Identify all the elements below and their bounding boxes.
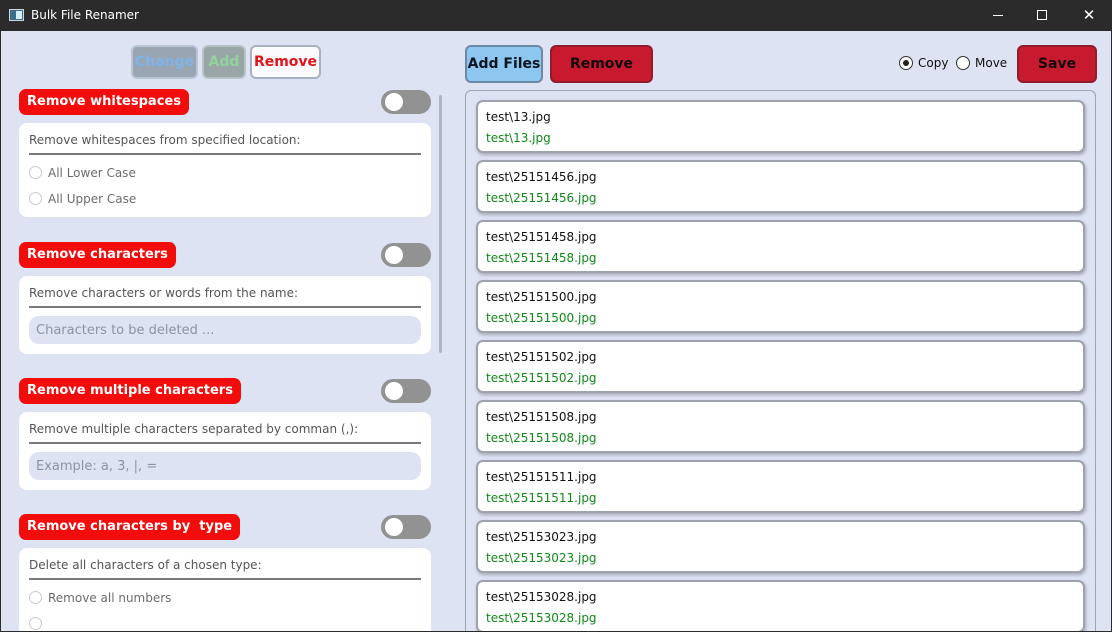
section-description: Remove characters or words from the name… bbox=[29, 286, 421, 308]
renamed-name: test\25151508.jpg bbox=[486, 431, 597, 445]
rules-scrollbar[interactable] bbox=[439, 95, 442, 353]
renamed-name: test\25153028.jpg bbox=[486, 611, 597, 625]
radio-circle[interactable] bbox=[956, 56, 970, 70]
original-name: test\25151502.jpg bbox=[486, 350, 597, 364]
original-name: test\25151508.jpg bbox=[486, 410, 597, 424]
enable-toggle[interactable] bbox=[381, 379, 431, 403]
file-item[interactable]: test\25151508.jpg test\25151508.jpg bbox=[476, 400, 1085, 453]
option-all-upper-case[interactable]: All Upper Case bbox=[29, 192, 136, 206]
renamed-name: test\25151502.jpg bbox=[486, 371, 597, 385]
option-label: Remove all numbers bbox=[48, 591, 172, 605]
section-remove-characters: Remove characters Remove characters or w… bbox=[19, 242, 431, 354]
section-title: Remove whitespaces bbox=[19, 89, 189, 115]
minimize-icon bbox=[993, 15, 1003, 16]
original-name: test\25151500.jpg bbox=[486, 290, 597, 304]
move-label: Move bbox=[975, 56, 1008, 70]
original-name: test\25153023.jpg bbox=[486, 530, 597, 544]
section-body: Remove characters or words from the name… bbox=[19, 276, 431, 354]
file-item[interactable]: test\25151511.jpg test\25151511.jpg bbox=[476, 460, 1085, 513]
file-item[interactable]: test\25153023.jpg test\25153023.jpg bbox=[476, 520, 1085, 573]
enable-toggle[interactable] bbox=[381, 243, 431, 267]
renamed-name: test\13.jpg bbox=[486, 131, 551, 145]
section-title: Remove characters by type bbox=[19, 514, 241, 540]
file-item[interactable]: test\25151456.jpg test\25151456.jpg bbox=[476, 160, 1085, 213]
option-label: All Upper Case bbox=[48, 192, 137, 206]
close-button[interactable]: ✕ bbox=[1066, 0, 1112, 31]
radio-circle[interactable] bbox=[29, 166, 42, 179]
section-remove-characters-by-type: Remove characters by type Delete all cha… bbox=[19, 514, 431, 631]
renamed-name: test\25151456.jpg bbox=[486, 191, 597, 205]
file-item[interactable]: test\25151502.jpg test\25151502.jpg bbox=[476, 340, 1085, 393]
copy-label: Copy bbox=[918, 56, 949, 70]
copy-radio[interactable]: Copy bbox=[899, 56, 948, 70]
maximize-button[interactable] bbox=[1020, 0, 1066, 31]
remove-files-button[interactable]: Remove Files bbox=[550, 45, 653, 106]
radio-circle[interactable] bbox=[29, 192, 42, 205]
original-name: test\13.jpg bbox=[486, 110, 551, 124]
section-title: Remove multiple characters bbox=[19, 378, 241, 404]
section-description: Remove multiple characters separated by … bbox=[29, 422, 421, 444]
option-label: All Lower Case bbox=[48, 166, 136, 180]
renamed-name: test\25153023.jpg bbox=[486, 551, 597, 565]
file-item[interactable]: test\25153028.jpg test\25153028.jpg bbox=[476, 580, 1085, 631]
add-button[interactable]: Add bbox=[202, 45, 246, 79]
maximize-icon bbox=[1037, 10, 1047, 20]
section-body: Remove whitespaces from specified locati… bbox=[19, 123, 431, 217]
original-name: test\25151458.jpg bbox=[486, 230, 597, 244]
characters-input[interactable] bbox=[29, 316, 421, 344]
renamed-name: test\25151511.jpg bbox=[486, 491, 597, 505]
rules-panel[interactable]: Remove whitespaces Remove whitespaces fr… bbox=[1, 83, 447, 631]
window-title: Bulk File Renamer bbox=[31, 8, 139, 22]
section-body: Remove multiple characters separated by … bbox=[19, 412, 431, 490]
file-list[interactable]: test\13.jpg test\13.jpg test\25151456.jp… bbox=[465, 90, 1096, 631]
radio-circle[interactable] bbox=[899, 56, 913, 70]
enable-toggle[interactable] bbox=[381, 90, 431, 114]
option-next[interactable] bbox=[29, 617, 48, 631]
app-window-icon bbox=[9, 9, 24, 21]
section-description: Delete all characters of a chosen type: bbox=[29, 558, 421, 580]
radio-circle[interactable] bbox=[29, 617, 42, 630]
renamed-name: test\25151500.jpg bbox=[486, 311, 597, 325]
option-remove-all-numbers[interactable]: Remove all numbers bbox=[29, 591, 171, 605]
original-name: test\25151511.jpg bbox=[486, 470, 597, 484]
close-icon: ✕ bbox=[1082, 6, 1096, 24]
move-radio[interactable]: Move bbox=[956, 56, 1007, 70]
minimize-button[interactable] bbox=[975, 0, 1021, 31]
file-item[interactable]: test\25151500.jpg test\25151500.jpg bbox=[476, 280, 1085, 333]
section-remove-whitespaces: Remove whitespaces Remove whitespaces fr… bbox=[19, 89, 431, 217]
section-description: Remove whitespaces from specified locati… bbox=[29, 133, 421, 155]
file-item[interactable]: test\25151458.jpg test\25151458.jpg bbox=[476, 220, 1085, 273]
change-button[interactable]: Change bbox=[131, 45, 198, 79]
enable-toggle[interactable] bbox=[381, 515, 431, 539]
title-bar: Bulk File Renamer ✕ bbox=[0, 0, 1112, 31]
renamed-name: test\25151458.jpg bbox=[486, 251, 597, 265]
add-files-button[interactable]: Add Files bbox=[465, 45, 543, 83]
section-body: Delete all characters of a chosen type: … bbox=[19, 548, 431, 631]
main-window: Change Add Remove Remove whitespaces Rem… bbox=[1, 31, 1111, 631]
remove-button[interactable]: Remove bbox=[250, 45, 321, 79]
radio-circle[interactable] bbox=[29, 591, 42, 604]
section-remove-multiple-characters: Remove multiple characters Remove multip… bbox=[19, 378, 431, 490]
save-files-button[interactable]: Save Files bbox=[1017, 45, 1097, 106]
file-item[interactable]: test\13.jpg test\13.jpg bbox=[476, 100, 1085, 153]
section-title: Remove characters bbox=[19, 242, 176, 268]
original-name: test\25151456.jpg bbox=[486, 170, 597, 184]
original-name: test\25153028.jpg bbox=[486, 590, 597, 604]
option-all-lower-case[interactable]: All Lower Case bbox=[29, 166, 136, 180]
multiple-characters-input[interactable] bbox=[29, 452, 421, 480]
